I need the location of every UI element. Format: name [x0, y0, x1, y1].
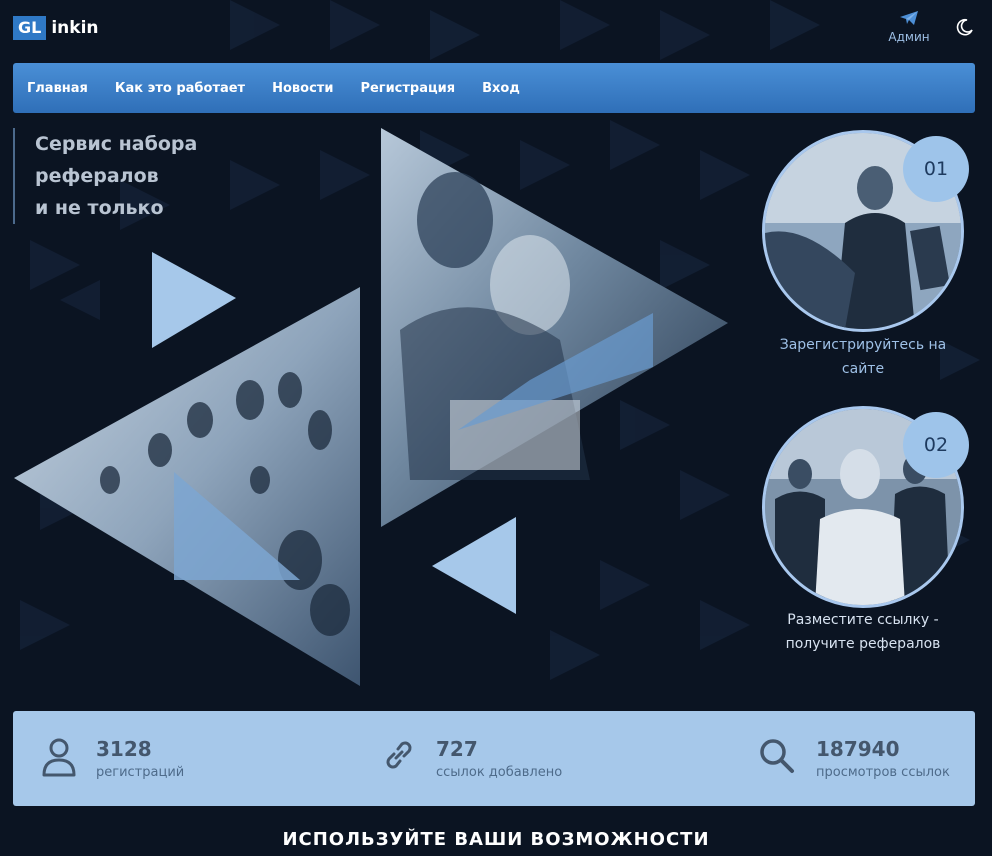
top-bar: GL inkin Админ [0, 0, 992, 58]
nav-item-login[interactable]: Вход [482, 81, 520, 96]
paper-plane-icon [900, 11, 918, 25]
step-number: 02 [903, 412, 969, 478]
admin-link[interactable]: Админ [884, 10, 934, 44]
stat-registrations: 3128 регистраций [41, 733, 241, 785]
search-icon [760, 739, 794, 773]
step-caption-line: Зарегистрируйтесь на [779, 337, 947, 353]
section-heading: ИСПОЛЬЗУЙТЕ ВАШИ ВОЗМОЖНОСТИ [282, 829, 710, 850]
step-place-link: 02 Разместите ссылку - получите реферало… [760, 404, 970, 664]
step-caption-line: получите рефералов [785, 636, 941, 652]
nav-item-home[interactable]: Главная [27, 81, 88, 96]
stat-value: 187940 [816, 737, 900, 761]
stat-value: 727 [436, 737, 478, 761]
main-nav: Главная Как это работает Новости Регистр… [13, 63, 975, 113]
stat-value: 3128 [96, 737, 152, 761]
step-number: 01 [903, 136, 969, 202]
hero-title: Сервис набора рефералов и не только [13, 128, 197, 224]
user-icon [42, 738, 76, 777]
step-caption-line: сайте [841, 361, 885, 377]
nav-item-news[interactable]: Новости [272, 81, 333, 96]
decor-triangle [152, 252, 236, 348]
step-caption-line: Разместите ссылку - [787, 612, 939, 628]
link-icon [386, 741, 412, 769]
hero-line: рефералов [35, 165, 159, 187]
stat-label: регистраций [96, 765, 185, 780]
hero-line: и не только [35, 197, 164, 219]
step-register: 01 Зарегистрируйтесь на сайте [760, 128, 970, 388]
nav-item-how-it-works[interactable]: Как это работает [115, 81, 245, 96]
stats-panel: 3128 регистраций 727 ссылок добавлено 18… [13, 711, 975, 806]
site-logo[interactable]: GL inkin [13, 16, 99, 40]
hero-line: Сервис набора [35, 133, 198, 155]
logo-box: GL [13, 16, 47, 40]
stat-label: просмотров ссылок [816, 765, 950, 780]
admin-label: Админ [888, 30, 930, 44]
step-caption: Разместите ссылку - получите рефералов [763, 608, 963, 656]
logo-text: inkin [51, 18, 99, 38]
stat-views: 187940 просмотров ссылок [758, 733, 968, 785]
stat-links: 727 ссылок добавлено [381, 733, 601, 785]
step-caption: Зарегистрируйтесь на сайте [763, 333, 963, 381]
couple-photo [381, 128, 728, 527]
stat-label: ссылок добавлено [436, 765, 563, 780]
decor-triangle [432, 517, 516, 614]
moon-icon[interactable] [956, 18, 974, 36]
nav-item-registration[interactable]: Регистрация [360, 81, 455, 96]
